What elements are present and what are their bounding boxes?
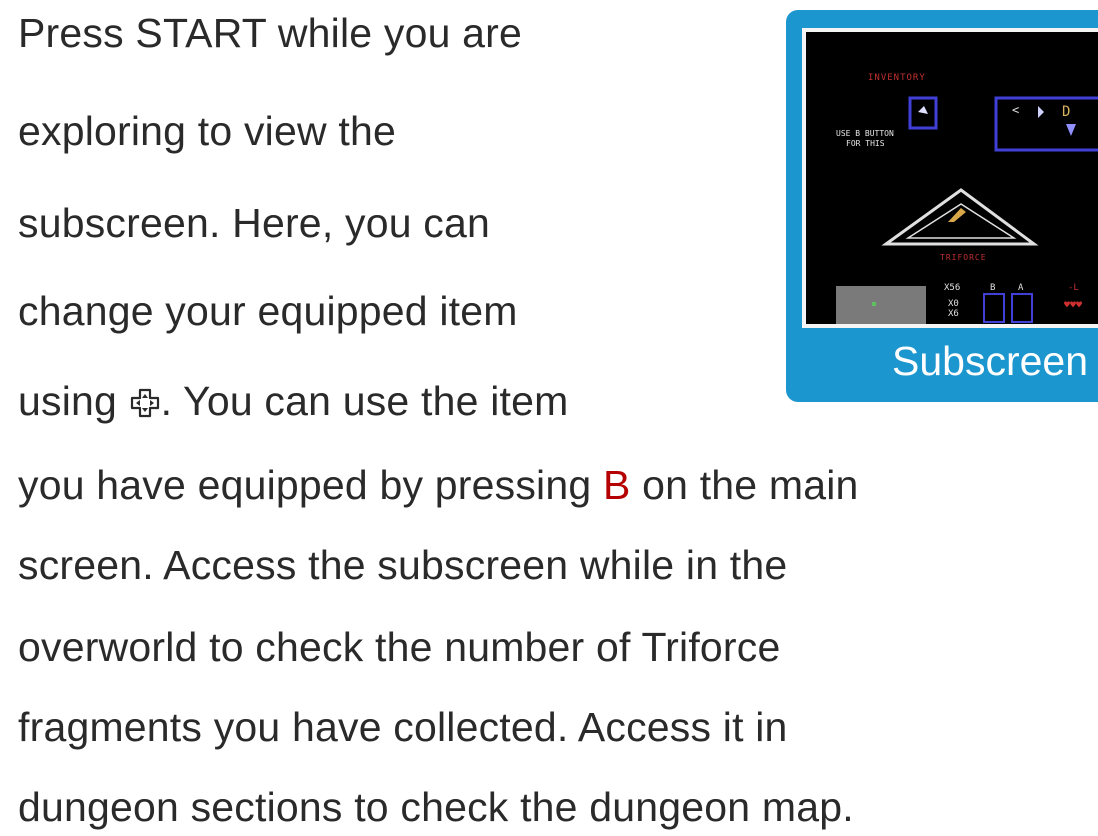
selected-item-icon — [918, 106, 928, 114]
paragraph-line: fragments you have collected. Access it … — [18, 704, 788, 750]
candle-icon — [1066, 124, 1076, 136]
paragraph-line: dungeon sections to check the dungeon ma… — [18, 784, 854, 830]
use-b-hint-line1: USE B BUTTON — [836, 129, 894, 138]
paragraph-line: Press START while you are — [18, 10, 523, 56]
a-slot-label: A — [1018, 283, 1024, 293]
paragraph-text: on the main — [630, 462, 859, 508]
paragraph-line: exploring to view the — [18, 108, 396, 154]
b-slot-label: B — [990, 283, 995, 293]
bomb-icon — [1038, 106, 1044, 118]
map-panel — [836, 286, 926, 324]
bow-icon: D — [1062, 104, 1070, 120]
triforce-heading: TRIFORCE — [940, 253, 987, 262]
a-item-slot — [1011, 293, 1033, 323]
rupee-count: X56 — [944, 283, 960, 293]
bomb-count: X6 — [948, 309, 959, 319]
paragraph-line: subscreen. Here, you can — [18, 200, 490, 246]
boomerang-icon: < — [1012, 103, 1019, 117]
paragraph-line: overworld to check the number of Triforc… — [18, 624, 781, 670]
subscreen-figure: INVENTORY USE B BUTTON FOR THIS < D TRIF… — [786, 10, 1098, 402]
inventory-heading: INVENTORY — [868, 73, 926, 83]
paragraph-text: . You can use the item — [160, 378, 569, 424]
paragraph-line: screen. Access the subscreen while in th… — [18, 542, 788, 588]
paragraph-line: using . You can use the item — [18, 374, 568, 428]
paragraph-text: using — [18, 378, 129, 424]
figure-caption: Subscreen — [892, 338, 1089, 384]
key-count: X0 — [948, 299, 959, 309]
paragraph-line: you have equipped by pressing B on the m… — [18, 458, 859, 512]
use-b-hint-line2: FOR THIS — [846, 139, 885, 148]
map-position-marker — [872, 302, 876, 306]
b-button-label: B — [602, 462, 631, 508]
hearts-icon: ♥♥♥ — [1064, 300, 1082, 311]
paragraph-text: you have equipped by pressing — [18, 462, 603, 508]
life-label: -L — [1068, 283, 1079, 293]
dpad-icon — [130, 388, 160, 418]
b-item-slot — [983, 293, 1005, 323]
subscreen-screenshot: INVENTORY USE B BUTTON FOR THIS < D TRIF… — [802, 28, 1098, 328]
paragraph-line: change your equipped item — [18, 288, 518, 334]
